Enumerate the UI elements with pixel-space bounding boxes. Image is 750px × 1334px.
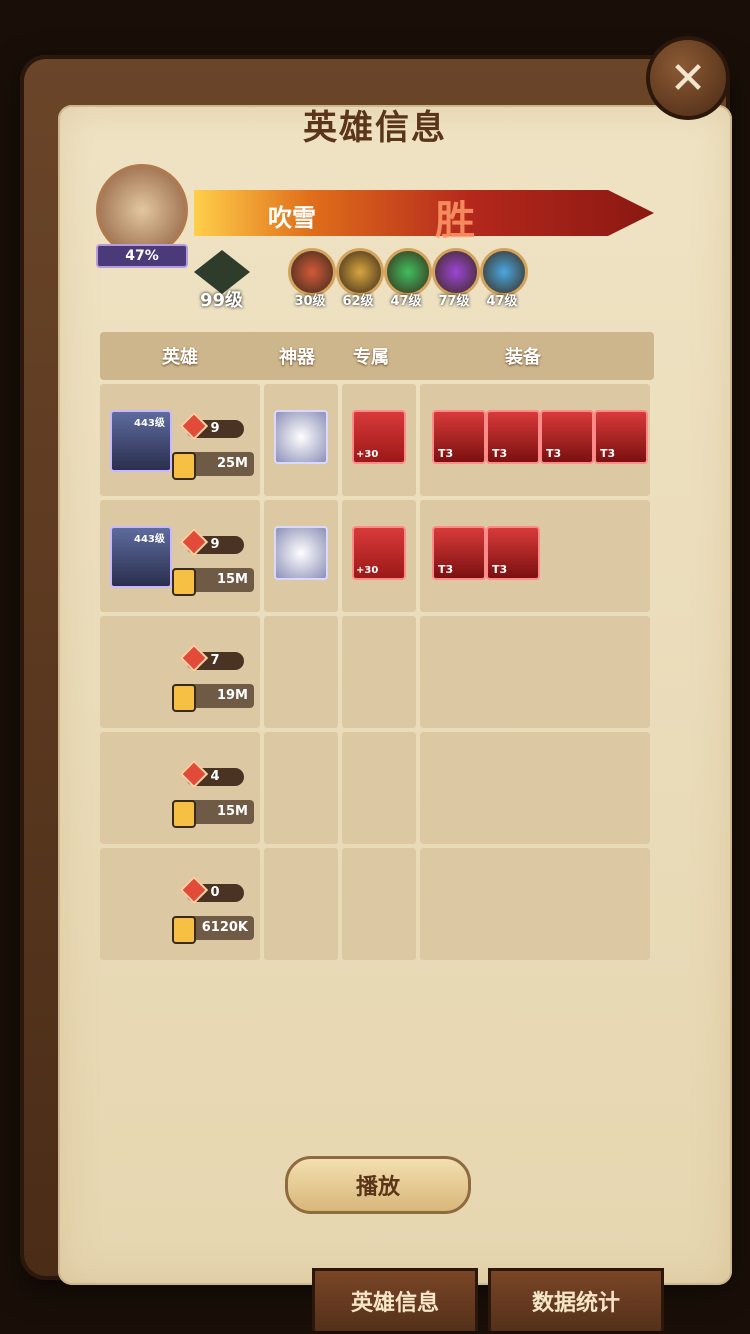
equipment-cell[interactable]: T3 T3 T3 T3 xyxy=(420,384,650,496)
table-header: 英雄 神器 专属 装备 xyxy=(100,332,654,380)
equipment-cell[interactable] xyxy=(420,848,650,960)
equipment-icon[interactable]: T3 xyxy=(594,410,648,464)
equipment-tier: T3 xyxy=(600,447,616,460)
artifact-cell[interactable] xyxy=(264,500,338,612)
table-row: 443级 9 25M +30 T3 T3 T3 T3 xyxy=(100,384,654,496)
equipment-icon[interactable]: T3 xyxy=(540,410,594,464)
equipment-cell[interactable] xyxy=(420,616,650,728)
header-equipment: 装备 xyxy=(505,347,541,368)
exclusive-cell[interactable] xyxy=(342,848,416,960)
player-avatar[interactable] xyxy=(96,164,188,256)
hero-level: 443级 xyxy=(134,534,165,545)
tab-stats[interactable]: 数据统计 xyxy=(488,1268,664,1331)
hero-cell[interactable]: 7 19M xyxy=(100,616,260,728)
fist-icon xyxy=(172,684,196,712)
fist-icon xyxy=(172,452,196,480)
faction-level: 62级 xyxy=(342,294,374,309)
result-text: 胜 xyxy=(435,198,475,244)
fist-icon xyxy=(172,916,196,944)
hero-table: 英雄 神器 专属 装备 443级 9 25M +30 T3 T3 T3 T3 443级 9 15M +… xyxy=(100,332,654,960)
equipment-tier: T3 xyxy=(438,447,454,460)
faction-mauler-icon xyxy=(336,248,384,296)
faction-lightbearer-icon xyxy=(288,248,336,296)
hero-cell[interactable]: 0 6120K xyxy=(100,848,260,960)
artifact-icon[interactable] xyxy=(274,410,328,464)
player-level: 99级 xyxy=(200,290,244,311)
equipment-tier: T3 xyxy=(546,447,562,460)
exclusive-weapon-icon[interactable]: +30 xyxy=(352,410,406,464)
exclusive-plus: +30 xyxy=(356,565,379,576)
tab-hero-info[interactable]: 英雄信息 xyxy=(312,1268,478,1331)
victory-banner xyxy=(194,190,654,236)
exclusive-cell[interactable] xyxy=(342,732,416,844)
exclusive-cell[interactable] xyxy=(342,616,416,728)
faction-level: 47级 xyxy=(390,294,422,309)
equipment-tier: T3 xyxy=(438,563,454,576)
faction-level: 77级 xyxy=(438,294,470,309)
header-exclusive: 专属 xyxy=(353,347,389,368)
close-icon: ✕ xyxy=(669,52,707,104)
artifact-cell[interactable] xyxy=(264,848,338,960)
fist-icon xyxy=(172,568,196,596)
hero-cell[interactable]: 4 15M xyxy=(100,732,260,844)
hero-cell[interactable]: 443级 9 25M xyxy=(100,384,260,496)
exclusive-weapon-icon[interactable]: +30 xyxy=(352,526,406,580)
equipment-tier: T3 xyxy=(492,447,508,460)
equipment-icon[interactable]: T3 xyxy=(432,410,486,464)
page-title: 英雄信息 xyxy=(303,108,447,148)
table-row: 0 6120K xyxy=(100,848,654,960)
fist-icon xyxy=(172,800,196,828)
artifact-cell[interactable] xyxy=(264,616,338,728)
table-row: 7 19M xyxy=(100,616,654,728)
table-row: 443级 9 15M +30 T3 T3 xyxy=(100,500,654,612)
equipment-cell[interactable]: T3 T3 xyxy=(420,500,650,612)
hero-cell[interactable]: 443级 9 15M xyxy=(100,500,260,612)
table-row: 4 15M xyxy=(100,732,654,844)
faction-celestial-icon xyxy=(480,248,528,296)
artifact-icon[interactable] xyxy=(274,526,328,580)
artifact-cell[interactable] xyxy=(264,384,338,496)
equipment-tier: T3 xyxy=(492,563,508,576)
exclusive-plus: +30 xyxy=(356,449,379,460)
hero-portrait[interactable]: 443级 xyxy=(110,410,172,472)
equipment-icon[interactable]: T3 xyxy=(432,526,486,580)
header-artifact: 神器 xyxy=(279,347,315,368)
play-button[interactable]: 播放 xyxy=(285,1156,471,1214)
faction-level: 30级 xyxy=(294,294,326,309)
player-name: 吹雪 xyxy=(268,204,316,232)
faction-level: 47级 xyxy=(486,294,518,309)
header-hero: 英雄 xyxy=(162,347,198,368)
equipment-icon[interactable]: T3 xyxy=(486,526,540,580)
exclusive-cell[interactable]: +30 xyxy=(342,500,416,612)
faction-wilder-icon xyxy=(384,248,432,296)
hero-portrait[interactable]: 443级 xyxy=(110,526,172,588)
artifact-cell[interactable] xyxy=(264,732,338,844)
equipment-icon[interactable]: T3 xyxy=(486,410,540,464)
faction-graveborn-icon xyxy=(432,248,480,296)
equipment-cell[interactable] xyxy=(420,732,650,844)
exclusive-cell[interactable]: +30 xyxy=(342,384,416,496)
hero-level: 443级 xyxy=(134,418,165,429)
player-percent: 47% xyxy=(96,244,188,268)
